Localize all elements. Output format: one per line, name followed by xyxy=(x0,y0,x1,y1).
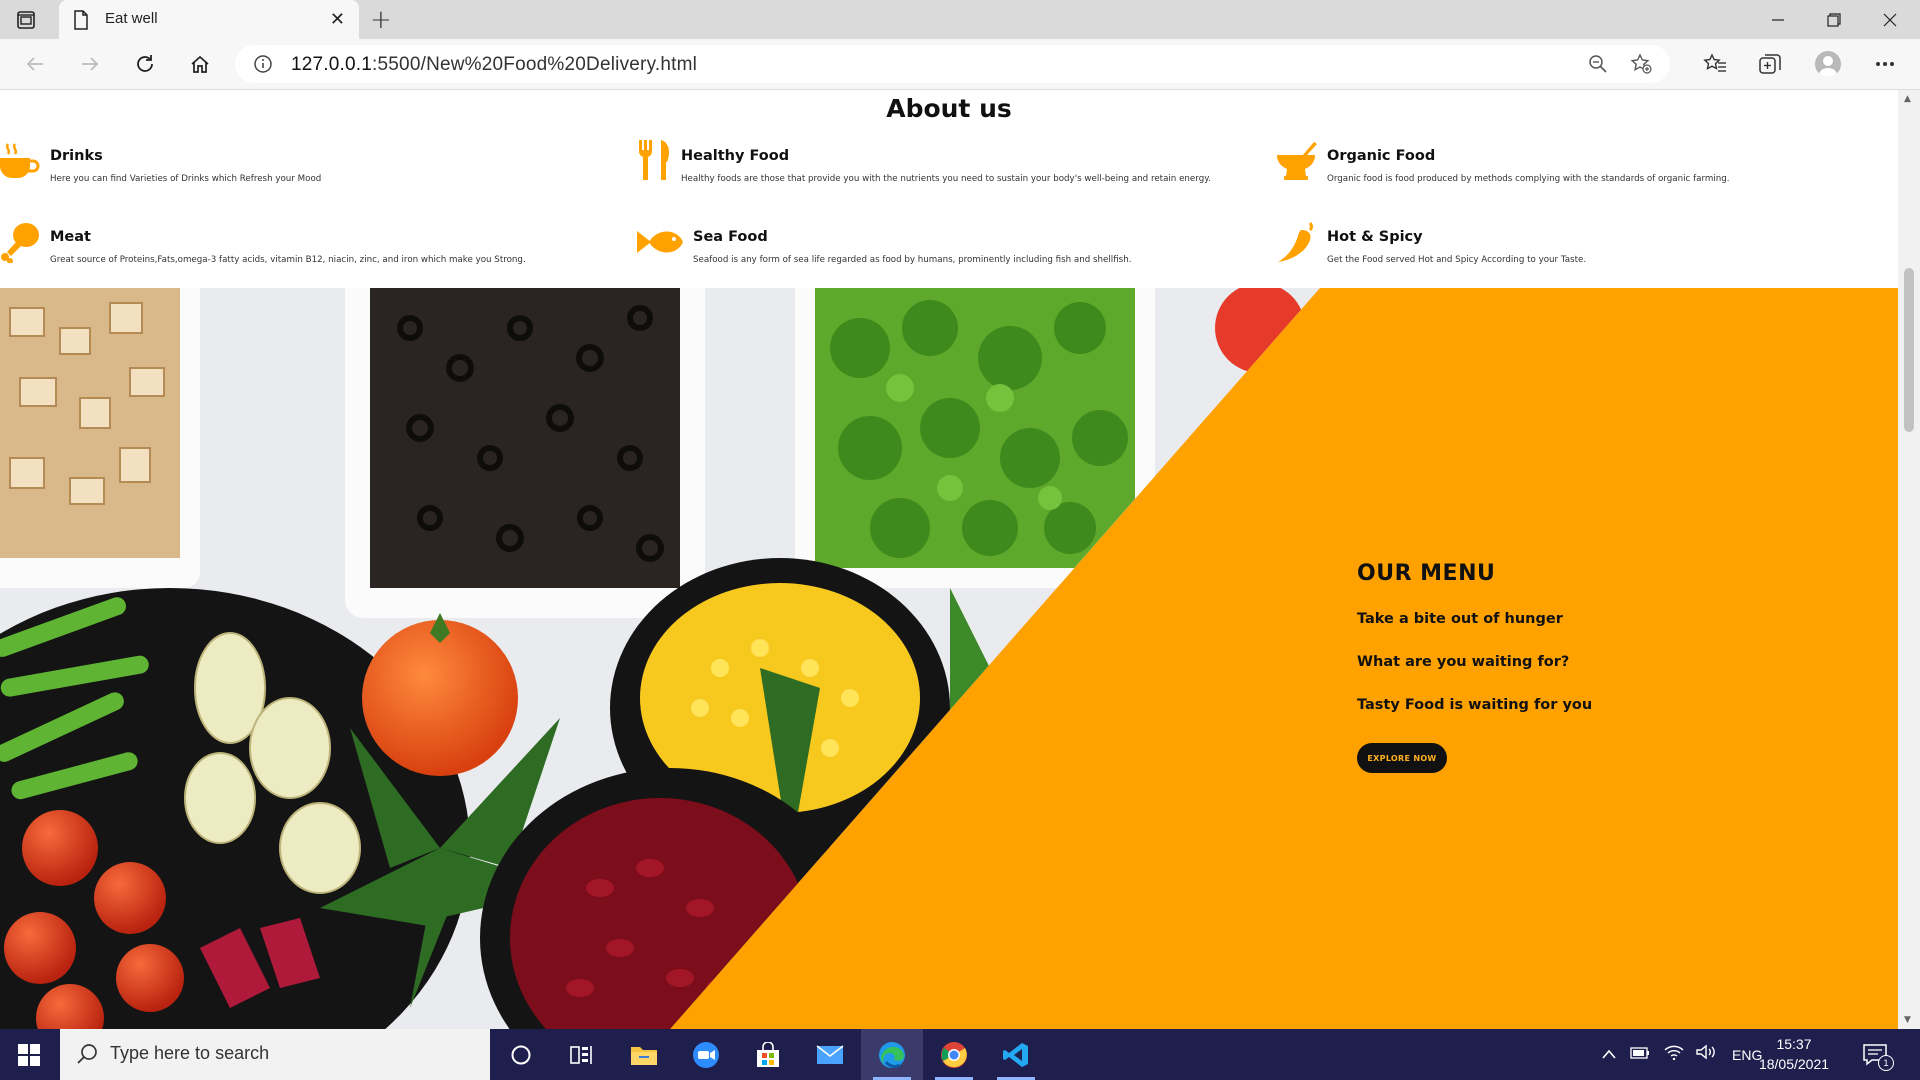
page-viewport: About us Drinks Here you can find Variet… xyxy=(0,90,1898,1029)
notifications-icon[interactable]: 1 xyxy=(1862,1029,1894,1080)
page-icon xyxy=(73,10,89,34)
feature-name: Drinks xyxy=(50,148,103,164)
system-tray: ENG xyxy=(1602,1029,1762,1080)
chili-icon xyxy=(1276,221,1316,262)
close-window-button[interactable] xyxy=(1862,0,1918,39)
chrome-icon[interactable] xyxy=(923,1029,985,1080)
tab-eat-well[interactable]: Eat well ✕ xyxy=(59,0,359,39)
more-options-icon[interactable] xyxy=(1870,49,1900,79)
battery-icon[interactable] xyxy=(1630,1046,1650,1064)
menu-tagline-1: Take a bite out of hunger xyxy=(1357,611,1563,627)
file-explorer-icon[interactable] xyxy=(613,1029,675,1080)
vscode-icon[interactable] xyxy=(985,1029,1047,1080)
profile-avatar[interactable] xyxy=(1813,49,1843,79)
scroll-up-icon[interactable]: ▲ xyxy=(1904,94,1911,104)
feature-name: Meat xyxy=(50,229,91,245)
menu-hero: OUR MENU Take a bite out of hunger What … xyxy=(0,288,1898,1029)
minimize-button[interactable] xyxy=(1750,0,1806,39)
search-placeholder: Type here to search xyxy=(110,1043,270,1063)
scroll-down-icon[interactable]: ▼ xyxy=(1904,1015,1911,1025)
feature-desc: Get the Food served Hot and Spicy Accord… xyxy=(1327,255,1587,265)
close-tab-icon[interactable]: ✕ xyxy=(330,9,345,30)
feature-desc: Healthy foods are those that provide you… xyxy=(681,174,1211,184)
browser-toolbar: 127.0.0.1:5500/New%20Food%20Delivery.htm… xyxy=(0,39,1920,90)
microsoft-store-icon[interactable] xyxy=(737,1029,799,1080)
about-us-title: About us xyxy=(886,94,1012,123)
menu-tagline-3: Tasty Food is waiting for you xyxy=(1357,697,1593,713)
feature-name: Hot & Spicy xyxy=(1327,229,1423,245)
mail-icon[interactable] xyxy=(799,1029,861,1080)
zoom-icon[interactable] xyxy=(1588,54,1608,78)
cortana-icon[interactable] xyxy=(490,1029,552,1080)
url-text[interactable]: 127.0.0.1:5500/New%20Food%20Delivery.htm… xyxy=(291,54,697,76)
tab-actions-icon[interactable] xyxy=(14,8,38,32)
refresh-icon[interactable] xyxy=(130,49,160,79)
feature-name: Sea Food xyxy=(693,229,768,245)
page-scrollbar[interactable]: ▲ ▼ xyxy=(1898,90,1920,1029)
drumstick-icon xyxy=(0,221,40,264)
clock-time: 15:37 xyxy=(1776,1036,1812,1052)
task-view-icon[interactable] xyxy=(551,1029,613,1080)
feature-name: Organic Food xyxy=(1327,148,1436,164)
fork-knife-icon xyxy=(637,140,677,180)
edge-browser-icon[interactable] xyxy=(861,1029,923,1080)
fish-icon xyxy=(637,225,683,265)
search-icon xyxy=(76,1043,98,1069)
feature-desc: Seafood is any form of sea life regarded… xyxy=(693,255,1132,265)
wifi-icon[interactable] xyxy=(1664,1044,1684,1065)
clock-date: 18/05/2021 xyxy=(1758,1056,1830,1072)
favorites-icon[interactable] xyxy=(1700,49,1730,79)
tab-bar: Eat well ✕ + xyxy=(0,0,1920,39)
feature-desc: Here you can find Varieties of Drinks wh… xyxy=(50,174,322,184)
collections-icon[interactable] xyxy=(1755,49,1785,79)
back-icon[interactable] xyxy=(20,49,50,79)
windows-taskbar: Type here to search ENG 15:37 18/05/2021… xyxy=(0,1029,1920,1080)
feature-desc: Great source of Proteins,Fats,omega-3 fa… xyxy=(50,255,526,265)
info-icon[interactable] xyxy=(253,54,273,78)
scrollbar-thumb[interactable] xyxy=(1904,268,1914,432)
home-icon[interactable] xyxy=(185,49,215,79)
bowl-icon xyxy=(1276,140,1317,180)
new-tab-button[interactable]: + xyxy=(370,5,392,35)
menu-title: OUR MENU xyxy=(1357,561,1496,586)
windows-start-icon[interactable] xyxy=(18,1044,40,1066)
food-photo xyxy=(0,288,1320,1029)
menu-tagline-2: What are you waiting for? xyxy=(1357,654,1570,670)
chevron-up-icon[interactable] xyxy=(1602,1046,1616,1064)
taskbar-clock[interactable]: 15:37 18/05/2021 xyxy=(1756,1034,1832,1074)
add-favorite-icon[interactable] xyxy=(1630,53,1652,79)
explore-now-button[interactable]: EXPLORE NOW xyxy=(1357,743,1447,773)
zoom-app-icon[interactable] xyxy=(675,1029,737,1080)
taskbar-search-box[interactable]: Type here to search xyxy=(60,1029,490,1080)
notification-count-badge: 1 xyxy=(1878,1055,1894,1071)
tab-title: Eat well xyxy=(105,10,158,27)
volume-icon[interactable] xyxy=(1696,1044,1718,1065)
feature-desc: Organic food is food produced by methods… xyxy=(1327,174,1730,184)
restore-button[interactable] xyxy=(1806,0,1862,39)
cup-icon xyxy=(0,142,40,182)
forward-icon[interactable] xyxy=(75,49,105,79)
feature-name: Healthy Food xyxy=(681,148,790,164)
address-bar[interactable]: 127.0.0.1:5500/New%20Food%20Delivery.htm… xyxy=(235,45,1670,83)
